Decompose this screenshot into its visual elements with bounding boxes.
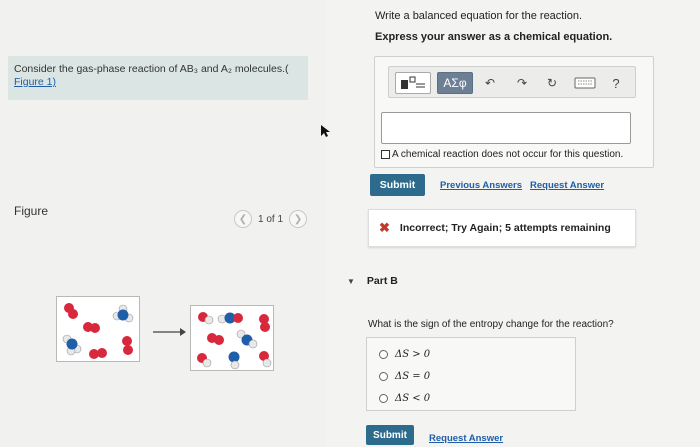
keyboard-glyph [574, 77, 596, 89]
radio-button[interactable] [379, 372, 388, 381]
chevron-right-icon[interactable]: ❯ [289, 210, 308, 228]
radio-button[interactable] [379, 394, 388, 403]
option-label: ΔS > 0 [395, 349, 431, 360]
error-x-icon: ✖ [379, 220, 390, 235]
submit-button-part-b[interactable]: Submit [366, 425, 414, 445]
products-box [190, 305, 274, 371]
reaction-arrow [153, 328, 186, 336]
figure-link[interactable]: Figure 1) [14, 76, 56, 88]
instruction-text: Write a balanced equation for the reacti… [375, 10, 583, 22]
redo-icon[interactable]: ↷ [513, 72, 531, 94]
option-positive[interactable]: ΔS > 0 [379, 349, 430, 360]
radio-button[interactable] [379, 350, 388, 359]
request-answer-link-part-b[interactable]: Request Answer [429, 433, 503, 444]
collapse-triangle-icon: ▼ [347, 276, 355, 286]
greek-symbols-button[interactable]: AΣφ [437, 72, 473, 94]
chevron-left-icon[interactable]: ❮ [234, 210, 252, 228]
no-reaction-option[interactable]: A chemical reaction does not occur for t… [381, 149, 623, 160]
products-molecules [197, 312, 272, 370]
reset-icon[interactable]: ↻ [543, 72, 561, 94]
figure-label: Figure [14, 204, 49, 218]
no-reaction-checkbox[interactable] [381, 150, 390, 159]
help-button[interactable]: ? [607, 72, 625, 94]
request-answer-link[interactable]: Request Answer [530, 180, 604, 191]
feedback-text: Incorrect; Try Again; 5 attempts remaini… [399, 222, 611, 234]
math-toolbar: AΣφ ↶ ↷ ↻ ? [388, 66, 636, 98]
no-reaction-label: A chemical reaction does not occur for t… [392, 149, 624, 160]
option-label: ΔS < 0 [395, 393, 431, 404]
templates-button[interactable] [395, 72, 431, 94]
mouse-cursor-icon [321, 125, 330, 137]
feedback-message: ✖ Incorrect; Try Again; 5 attempts remai… [368, 209, 636, 247]
reactants-molecules [62, 303, 134, 359]
undo-icon[interactable]: ↶ [481, 72, 499, 94]
pager-text: 1 of 1 [258, 213, 284, 225]
option-negative[interactable]: ΔS < 0 [379, 393, 430, 404]
part-b-title: Part B [366, 275, 398, 287]
part-b-header[interactable]: ▼ Part B [347, 275, 398, 287]
part-b-question: What is the sign of the entropy change f… [368, 319, 614, 330]
templates-icon [401, 76, 425, 89]
instruction-bold: Express your answer as a chemical equati… [375, 31, 613, 43]
keyboard-icon[interactable] [572, 72, 598, 94]
equation-input[interactable] [381, 112, 631, 144]
option-zero[interactable]: ΔS = 0 [379, 371, 430, 382]
figure-pager: ❮ 1 of 1 ❯ [234, 210, 308, 228]
problem-intro: Consider the gas-phase reaction of AB₃ a… [8, 56, 308, 100]
entropy-options: ΔS > 0 ΔS = 0 ΔS < 0 [366, 337, 576, 411]
submit-button[interactable]: Submit [370, 174, 425, 196]
option-label: ΔS = 0 [395, 371, 431, 382]
intro-text: Consider the gas-phase reaction of AB₃ a… [14, 63, 289, 75]
previous-answers-link[interactable]: Previous Answers [440, 180, 522, 191]
reactants-box [56, 296, 140, 362]
